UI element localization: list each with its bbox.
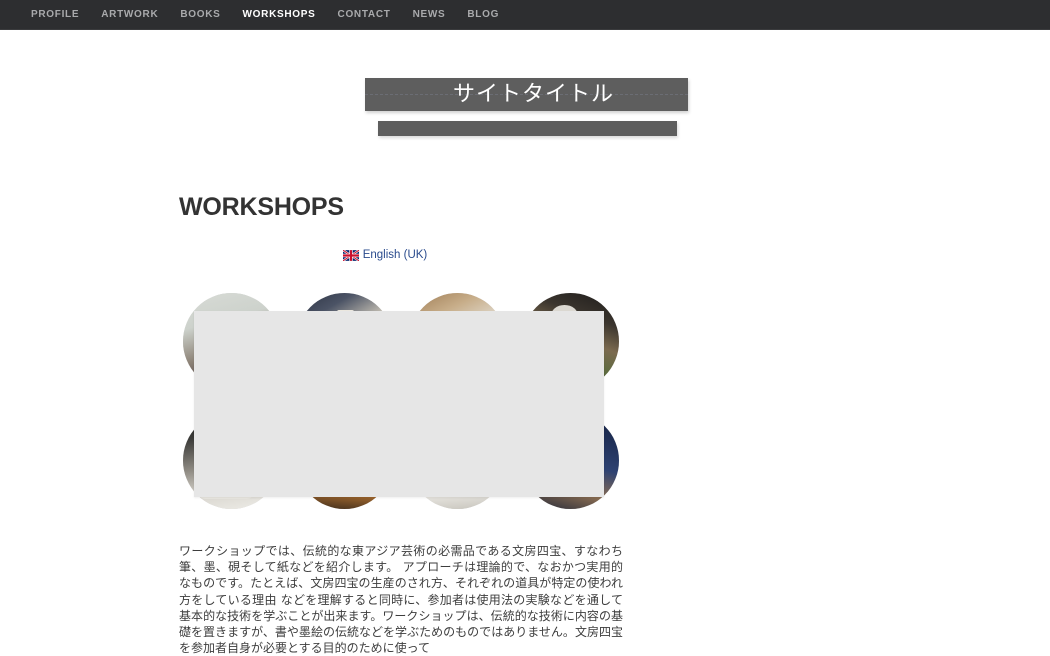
- workshop-description-paragraph: ワークショップでは、伝統的な東アジア芸術の必需品である文房四宝、すなわち筆、墨、…: [179, 544, 623, 656]
- language-switcher: English (UK): [179, 247, 625, 263]
- nav-item-blog[interactable]: BLOG: [456, 0, 510, 30]
- gallery-overlay-panel[interactable]: [194, 311, 604, 497]
- content-column: WORKSHOPS English (UK): [179, 190, 625, 263]
- site-title-text: サイトタイトル: [452, 82, 614, 107]
- nav-item-workshops[interactable]: WORKSHOPS: [232, 0, 327, 30]
- nav-item-news[interactable]: NEWS: [402, 0, 457, 30]
- language-link-english-uk[interactable]: English (UK): [342, 248, 428, 262]
- nav-item-profile[interactable]: PROFILE: [20, 0, 90, 30]
- nav-item-artwork[interactable]: ARTWORK: [90, 0, 169, 30]
- site-title-banner: サイトタイトル: [0, 78, 1050, 138]
- page-title: WORKSHOPS: [179, 193, 344, 221]
- site-subtitle-bar: [378, 121, 677, 136]
- nav-menu: PROFILE ARTWORK BOOKS WORKSHOPS CONTACT …: [20, 0, 510, 30]
- nav-item-books[interactable]: BOOKS: [169, 0, 231, 30]
- language-link-label: English (UK): [362, 248, 428, 261]
- nav-item-contact[interactable]: CONTACT: [327, 0, 402, 30]
- site-title-bar: サイトタイトル: [365, 78, 688, 111]
- top-navigation-bar: PROFILE ARTWORK BOOKS WORKSHOPS CONTACT …: [0, 0, 1050, 30]
- uk-flag-icon: [342, 249, 360, 262]
